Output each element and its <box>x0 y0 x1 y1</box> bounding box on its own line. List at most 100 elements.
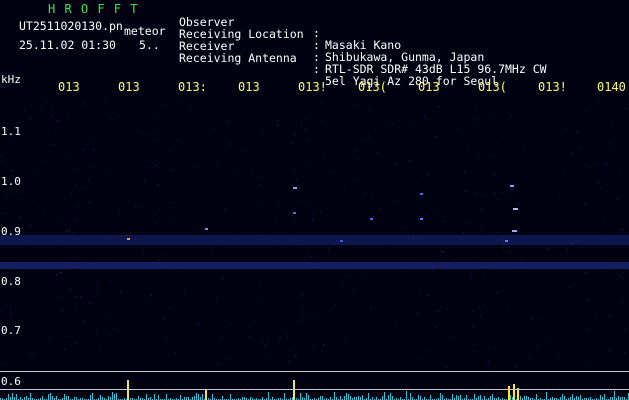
noise-pixel <box>226 120 228 122</box>
noise-pixel <box>10 308 11 310</box>
noise-pixel <box>292 167 294 169</box>
noise-pixel <box>475 125 477 127</box>
noise-pixel <box>119 275 121 277</box>
noise-pixel <box>15 140 17 142</box>
activity-bar <box>564 396 565 400</box>
noise-pixel <box>191 108 193 109</box>
noise-pixel <box>194 227 196 229</box>
time-tick: 013 <box>118 80 140 94</box>
freq-tick: 0.9 <box>1 225 21 238</box>
noise-pixel <box>310 114 312 116</box>
noise-pixel <box>621 301 623 303</box>
noise-pixel <box>75 183 77 185</box>
noise-pixel <box>589 166 591 168</box>
noise-pixel <box>291 142 293 144</box>
noise-pixel <box>18 244 20 246</box>
noise-pixel <box>157 208 159 210</box>
noise-pixel <box>421 359 423 361</box>
noise-pixel <box>295 354 297 356</box>
noise-pixel <box>312 219 314 221</box>
noise-speckle <box>0 100 629 369</box>
noise-pixel <box>528 357 530 359</box>
noise-pixel <box>466 223 468 225</box>
noise-pixel <box>513 152 515 154</box>
noise-pixel <box>622 271 624 273</box>
noise-pixel <box>68 155 70 157</box>
noise-pixel <box>323 344 324 346</box>
activity-bar <box>420 396 421 400</box>
activity-bar <box>26 396 27 400</box>
noise-pixel <box>119 213 120 215</box>
activity-bar <box>90 395 91 400</box>
noise-pixel <box>303 117 305 119</box>
noise-pixel <box>66 117 68 119</box>
noise-pixel <box>432 269 433 271</box>
noise-pixel <box>140 205 142 207</box>
noise-pixel <box>173 221 175 223</box>
noise-pixel <box>585 272 587 273</box>
meteor-echo <box>293 212 296 214</box>
noise-pixel <box>249 336 251 338</box>
noise-pixel <box>576 131 577 133</box>
noise-pixel <box>154 133 156 134</box>
noise-pixel <box>56 274 57 276</box>
noise-pixel <box>413 120 415 122</box>
activity-bar <box>346 393 347 400</box>
noise-pixel <box>32 199 34 201</box>
noise-pixel <box>415 297 417 299</box>
noise-pixel <box>4 197 6 199</box>
noise-pixel <box>486 309 488 311</box>
noise-pixel <box>193 117 195 119</box>
noise-pixel <box>10 312 12 314</box>
noise-pixel <box>323 154 325 156</box>
activity-bar <box>202 394 203 400</box>
noise-pixel <box>481 228 482 230</box>
noise-pixel <box>105 100 107 102</box>
noise-pixel <box>368 135 370 137</box>
noise-pixel <box>415 334 417 336</box>
noise-pixel <box>301 294 303 295</box>
noise-pixel <box>116 115 118 117</box>
noise-pixel <box>262 133 264 135</box>
noise-pixel <box>455 258 457 260</box>
noise-pixel <box>301 314 303 316</box>
meteor-echo <box>293 187 297 189</box>
activity-bar <box>474 394 475 400</box>
info-colon: : <box>313 62 320 76</box>
noise-pixel <box>52 115 54 117</box>
noise-pixel <box>249 327 251 329</box>
noise-pixel <box>596 260 598 262</box>
noise-pixel <box>497 291 498 293</box>
noise-pixel <box>331 307 333 309</box>
noise-pixel <box>609 330 611 332</box>
noise-pixel <box>9 313 11 315</box>
noise-pixel <box>444 220 446 222</box>
activity-bar <box>322 396 323 400</box>
noise-pixel <box>496 231 498 233</box>
time-tick: 013 <box>58 80 80 94</box>
noise-pixel <box>377 152 378 154</box>
noise-pixel <box>531 318 533 320</box>
noise-pixel <box>100 140 102 142</box>
noise-pixel <box>584 203 586 205</box>
noise-pixel <box>147 166 149 168</box>
noise-pixel <box>443 364 445 366</box>
noise-pixel <box>250 173 252 175</box>
noise-pixel <box>403 129 405 130</box>
noise-pixel <box>408 160 410 162</box>
noise-pixel <box>70 188 72 190</box>
noise-pixel <box>404 227 406 228</box>
noise-pixel <box>67 142 69 144</box>
noise-pixel <box>119 184 121 186</box>
noise-pixel <box>428 290 430 292</box>
noise-pixel <box>358 158 360 160</box>
noise-pixel <box>472 311 474 313</box>
noise-pixel <box>611 122 613 124</box>
unit-label: kHz <box>1 73 21 86</box>
noise-pixel <box>22 272 24 274</box>
noise-pixel <box>506 135 508 137</box>
noise-pixel <box>146 299 148 301</box>
noise-pixel <box>51 105 53 107</box>
noise-pixel <box>503 136 505 138</box>
noise-pixel <box>70 193 72 195</box>
